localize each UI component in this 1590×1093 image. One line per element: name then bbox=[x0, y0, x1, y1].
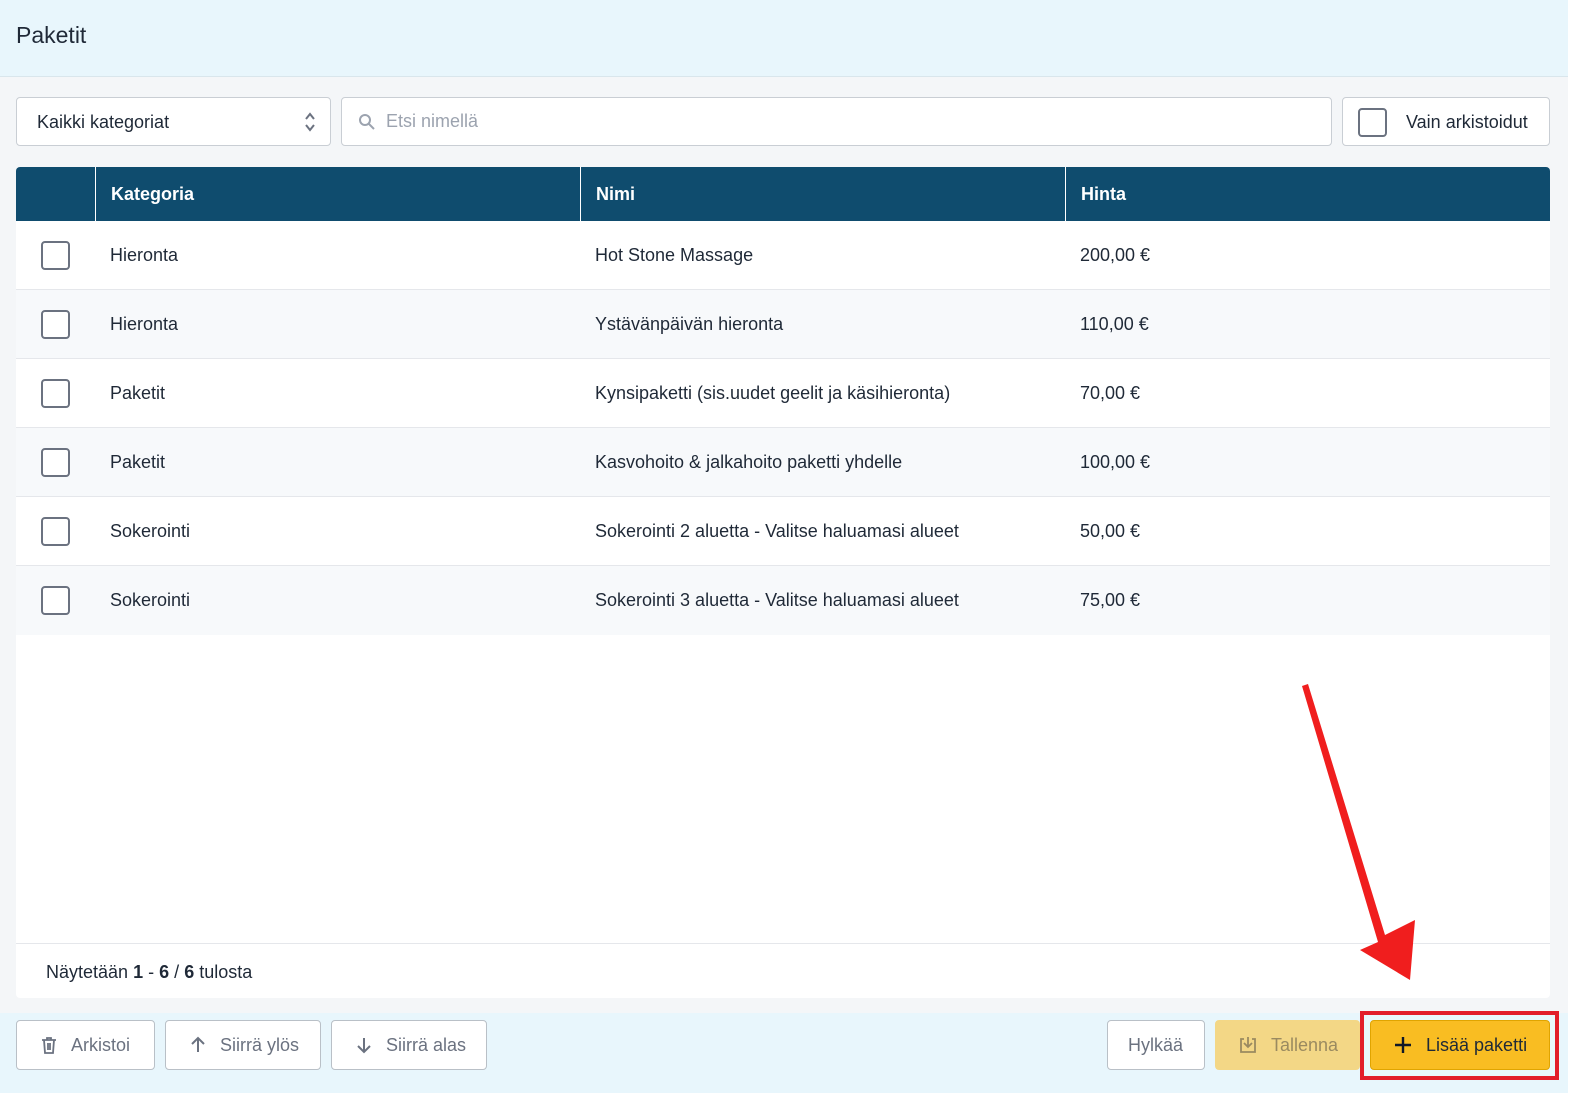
table-row[interactable]: Hieronta Ystävänpäivän hieronta 110,00 € bbox=[16, 290, 1550, 359]
table-row[interactable]: Sokerointi Sokerointi 3 aluetta - Valits… bbox=[16, 566, 1550, 635]
table-row[interactable]: Hieronta Hot Stone Massage 200,00 € bbox=[16, 221, 1550, 290]
save-button[interactable]: Tallenna bbox=[1215, 1020, 1360, 1070]
window-edge bbox=[1568, 0, 1590, 1093]
arrow-up-icon bbox=[188, 1035, 208, 1055]
table-row[interactable]: Paketit Kynsipaketti (sis.uudet geelit j… bbox=[16, 359, 1550, 428]
table-row[interactable]: Paketit Kasvohoito & jalkahoito paketti … bbox=[16, 428, 1550, 497]
row-category: Hieronta bbox=[110, 314, 179, 334]
page-title: Paketit bbox=[16, 22, 87, 48]
row-category: Sokerointi bbox=[110, 521, 191, 541]
search-icon bbox=[358, 113, 376, 131]
save-button-label: Tallenna bbox=[1271, 1035, 1339, 1055]
pagination-summary: Näytetään 1 - 6 / 6 tulosta bbox=[16, 943, 1550, 998]
page-header: Paketit bbox=[0, 0, 1568, 77]
row-category: Paketit bbox=[110, 383, 166, 403]
search-input[interactable] bbox=[386, 98, 1316, 145]
summary-separator: - bbox=[148, 962, 155, 982]
arrow-down-icon bbox=[354, 1035, 374, 1055]
row-name: Sokerointi 3 aluetta - Valitse haluamasi… bbox=[595, 590, 959, 610]
row-price: 100,00 € bbox=[1080, 452, 1151, 472]
trash-icon bbox=[39, 1035, 59, 1055]
summary-suffix: tulosta bbox=[199, 962, 253, 982]
row-name: Sokerointi 2 aluetta - Valitse haluamasi… bbox=[595, 521, 959, 541]
row-checkbox[interactable] bbox=[41, 379, 70, 408]
archive-button[interactable]: Arkistoi bbox=[16, 1020, 155, 1070]
row-name: Kasvohoito & jalkahoito paketti yhdelle bbox=[595, 452, 903, 472]
summary-total: 6 bbox=[184, 962, 195, 982]
category-select[interactable]: Kaikki kategoriat bbox=[16, 97, 331, 146]
row-checkbox[interactable] bbox=[41, 310, 70, 339]
move-down-button-label: Siirrä alas bbox=[386, 1035, 467, 1055]
row-price: 75,00 € bbox=[1080, 590, 1141, 610]
column-header-name[interactable]: Nimi bbox=[580, 167, 1065, 221]
category-select-value: Kaikki kategoriat bbox=[37, 112, 170, 132]
row-category: Paketit bbox=[110, 452, 166, 472]
row-name: Kynsipaketti (sis.uudet geelit ja käsihi… bbox=[595, 383, 951, 403]
row-name: Hot Stone Massage bbox=[595, 245, 754, 265]
move-up-button-label: Siirrä ylös bbox=[220, 1035, 300, 1055]
archived-only-label: Vain arkistoidut bbox=[1406, 112, 1528, 132]
row-checkbox[interactable] bbox=[41, 241, 70, 270]
row-price: 200,00 € bbox=[1080, 245, 1151, 265]
add-package-button[interactable]: Lisää paketti bbox=[1370, 1020, 1550, 1070]
row-name: Ystävänpäivän hieronta bbox=[595, 314, 784, 334]
packages-table: Kategoria Nimi Hinta Hieronta Hot Stone … bbox=[16, 167, 1550, 998]
summary-prefix: Näytetään bbox=[46, 962, 129, 982]
add-package-button-label: Lisää paketti bbox=[1426, 1035, 1528, 1055]
search-box[interactable] bbox=[341, 97, 1332, 146]
reject-button[interactable]: Hylkää bbox=[1107, 1020, 1205, 1070]
column-header-select bbox=[16, 167, 95, 221]
summary-to: 6 bbox=[159, 962, 170, 982]
table-header: Kategoria Nimi Hinta bbox=[16, 167, 1550, 221]
column-header-price[interactable]: Hinta bbox=[1065, 167, 1550, 221]
plus-icon bbox=[1393, 1035, 1413, 1055]
move-up-button[interactable]: Siirrä ylös bbox=[165, 1020, 321, 1070]
move-down-button[interactable]: Siirrä alas bbox=[331, 1020, 487, 1070]
row-checkbox[interactable] bbox=[41, 448, 70, 477]
archived-only-toggle[interactable]: Vain arkistoidut bbox=[1342, 97, 1550, 146]
row-category: Sokerointi bbox=[110, 590, 191, 610]
column-header-category[interactable]: Kategoria bbox=[95, 167, 580, 221]
row-checkbox[interactable] bbox=[41, 517, 70, 546]
summary-slash: / bbox=[174, 962, 180, 982]
row-price: 110,00 € bbox=[1080, 314, 1149, 334]
chevron-up-down-icon bbox=[304, 110, 316, 134]
row-category: Hieronta bbox=[110, 245, 179, 265]
archived-only-checkbox[interactable] bbox=[1358, 108, 1387, 137]
reject-button-label: Hylkää bbox=[1128, 1035, 1184, 1055]
save-tray-icon bbox=[1238, 1035, 1258, 1055]
summary-from: 1 bbox=[133, 962, 144, 982]
archive-button-label: Arkistoi bbox=[71, 1035, 131, 1055]
row-price: 50,00 € bbox=[1080, 521, 1141, 541]
table-row[interactable]: Sokerointi Sokerointi 2 aluetta - Valits… bbox=[16, 497, 1550, 566]
row-price: 70,00 € bbox=[1080, 383, 1141, 403]
row-checkbox[interactable] bbox=[41, 586, 70, 615]
